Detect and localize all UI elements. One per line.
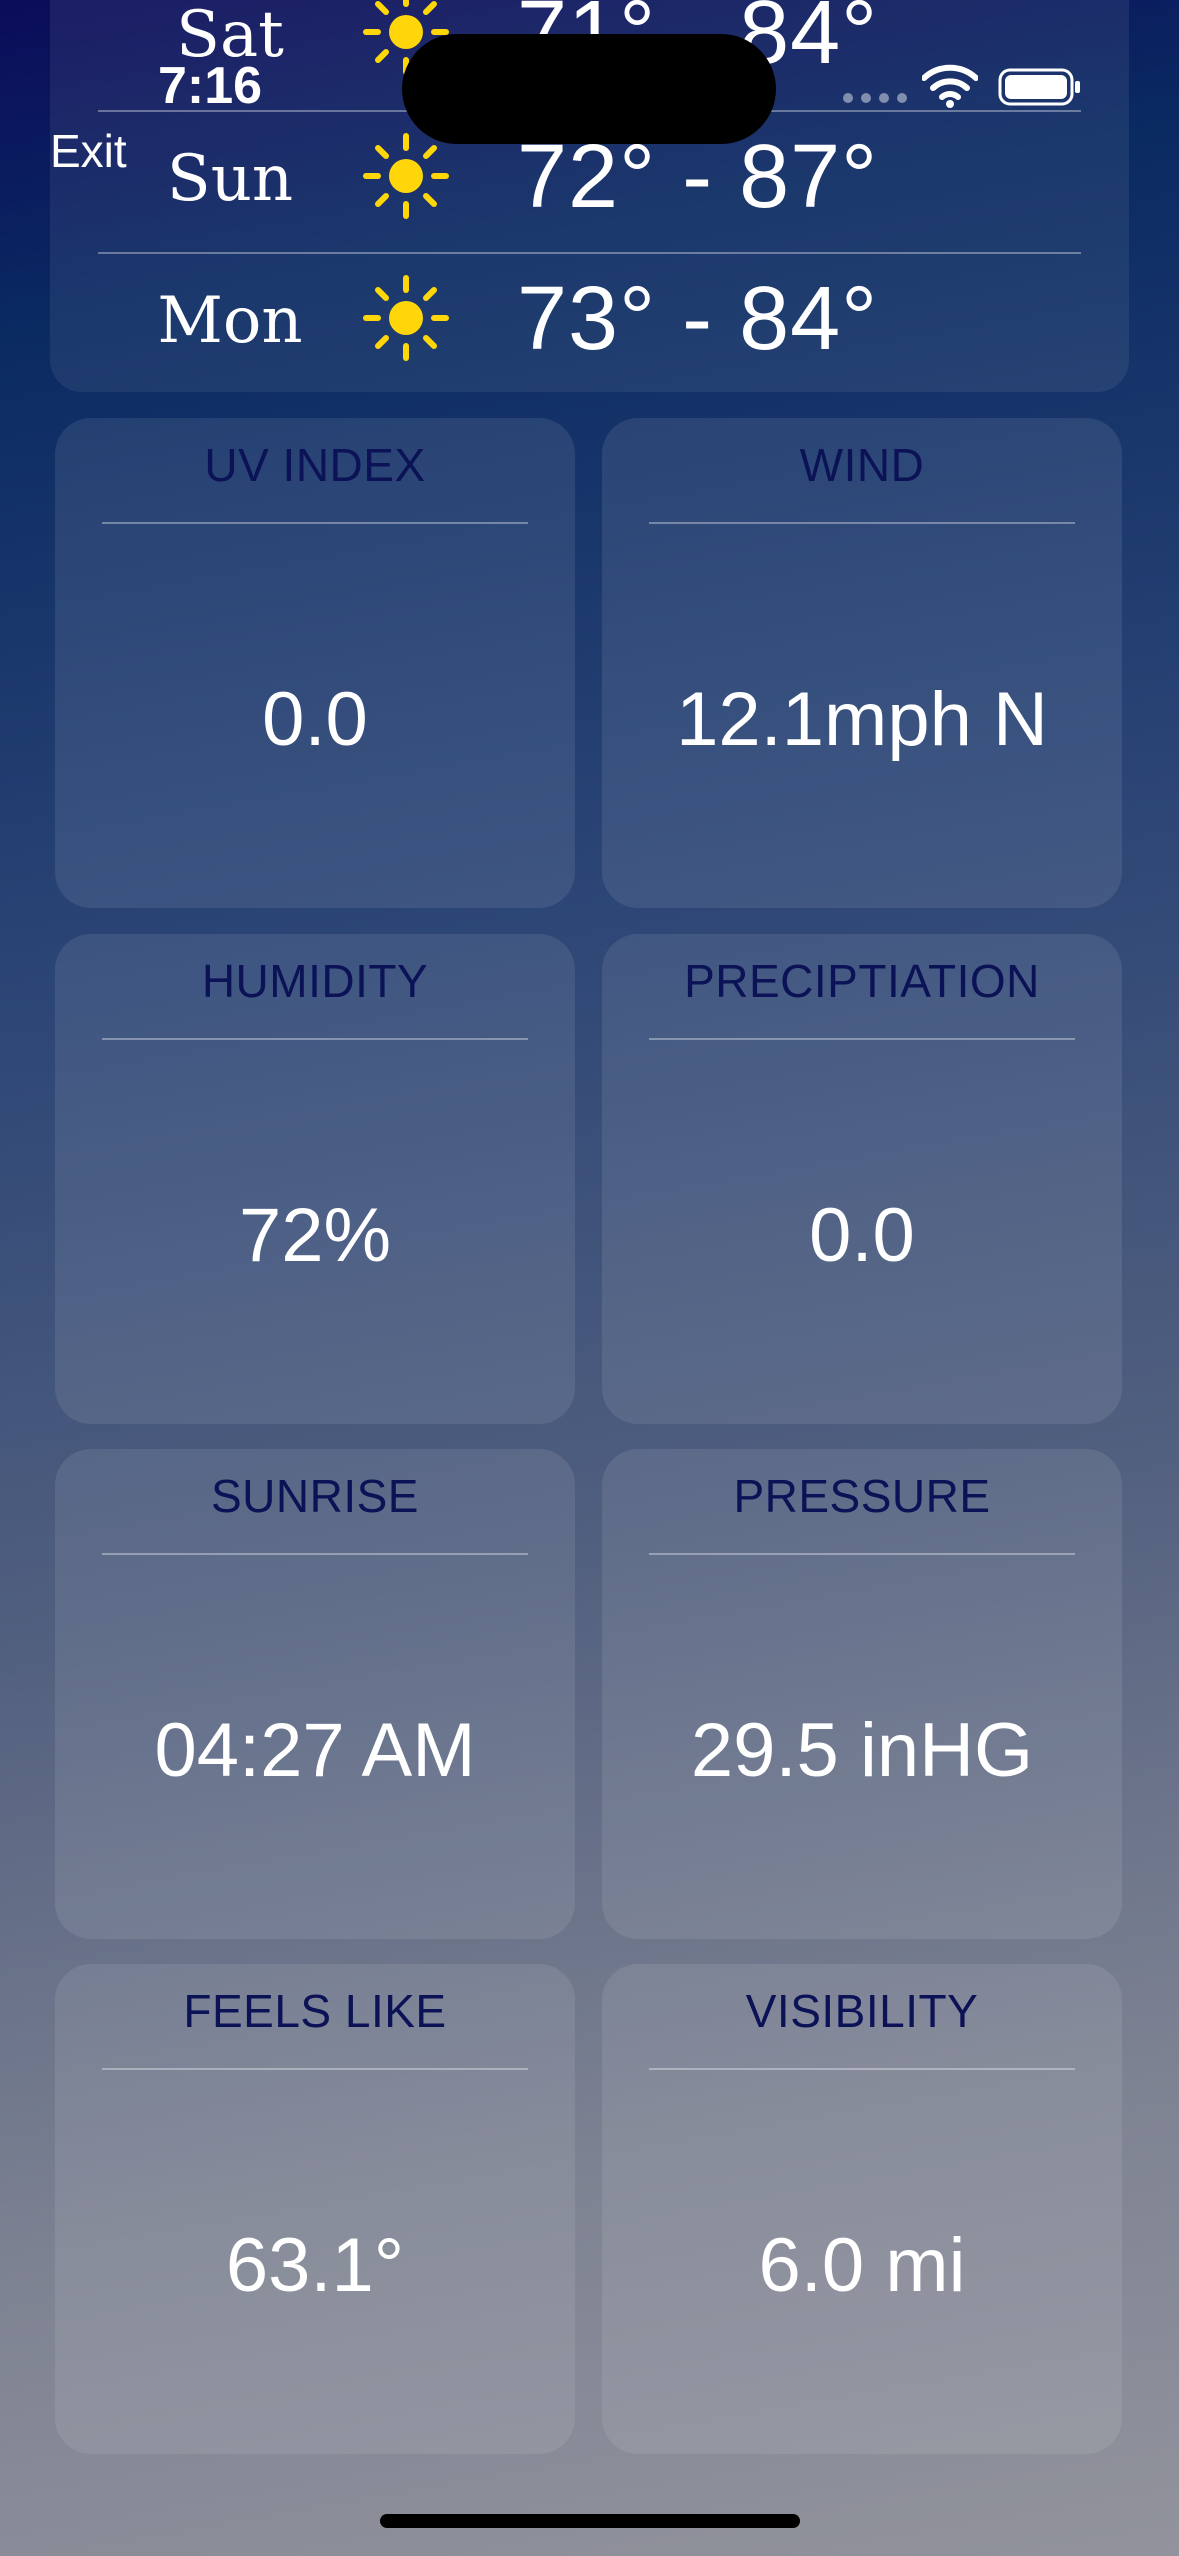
forecast-row-mon: Mon 73° - 84° [50,246,1129,386]
tile-sunrise: SUNRISE 04:27 AM [55,1449,575,1939]
divider [649,522,1075,524]
tile-label: VISIBILITY [745,1985,979,2037]
tile-label: SUNRISE [211,1470,419,1522]
tile-visibility: VISIBILITY 6.0 mi [602,1964,1122,2454]
tile-label: FEELS LIKE [183,1985,447,2037]
tile-precipitation: PRECIPTIATION 0.0 [602,934,1122,1424]
home-indicator[interactable] [380,2514,800,2528]
divider [102,522,528,524]
cellular-signal-icon [843,93,907,103]
tile-value: 0.0 [262,677,368,762]
divider [649,1038,1075,1040]
sun-icon [363,133,449,219]
tile-uv-index: UV INDEX 0.0 [55,418,575,908]
battery-icon [998,68,1080,106]
forecast-temps: 73° - 84° [517,269,879,369]
divider [102,1553,528,1555]
tile-label: PRECIPTIATION [684,955,1040,1007]
tile-wind: WIND 12.1mph N [602,418,1122,908]
tile-value: 0.0 [809,1193,915,1278]
divider [649,2068,1075,2070]
tile-value: 04:27 AM [154,1708,476,1793]
sun-icon [363,275,449,361]
tile-value: 72% [238,1193,392,1278]
tile-value: 63.1° [225,2223,405,2308]
divider [102,1038,528,1040]
tile-value: 12.1mph N [676,677,1048,762]
tile-value: 29.5 inHG [690,1708,1034,1793]
exit-button[interactable]: Exit [50,124,127,178]
tile-humidity: HUMIDITY 72% [55,934,575,1424]
divider [649,1553,1075,1555]
status-time: 7:16 [158,57,263,115]
forecast-day: Sun [166,142,294,216]
divider [102,2068,528,2070]
tile-label: HUMIDITY [201,955,429,1007]
tile-label: WIND [799,439,925,491]
dynamic-island [402,34,776,144]
forecast-day: Mon [157,284,303,358]
tile-label: UV INDEX [204,439,426,491]
tile-pressure: PRESSURE 29.5 inHG [602,1449,1122,1939]
tile-value: 6.0 mi [758,2223,966,2308]
tile-label: PRESSURE [733,1470,991,1522]
tile-feels-like: FEELS LIKE 63.1° [55,1964,575,2454]
wifi-icon [922,64,978,108]
